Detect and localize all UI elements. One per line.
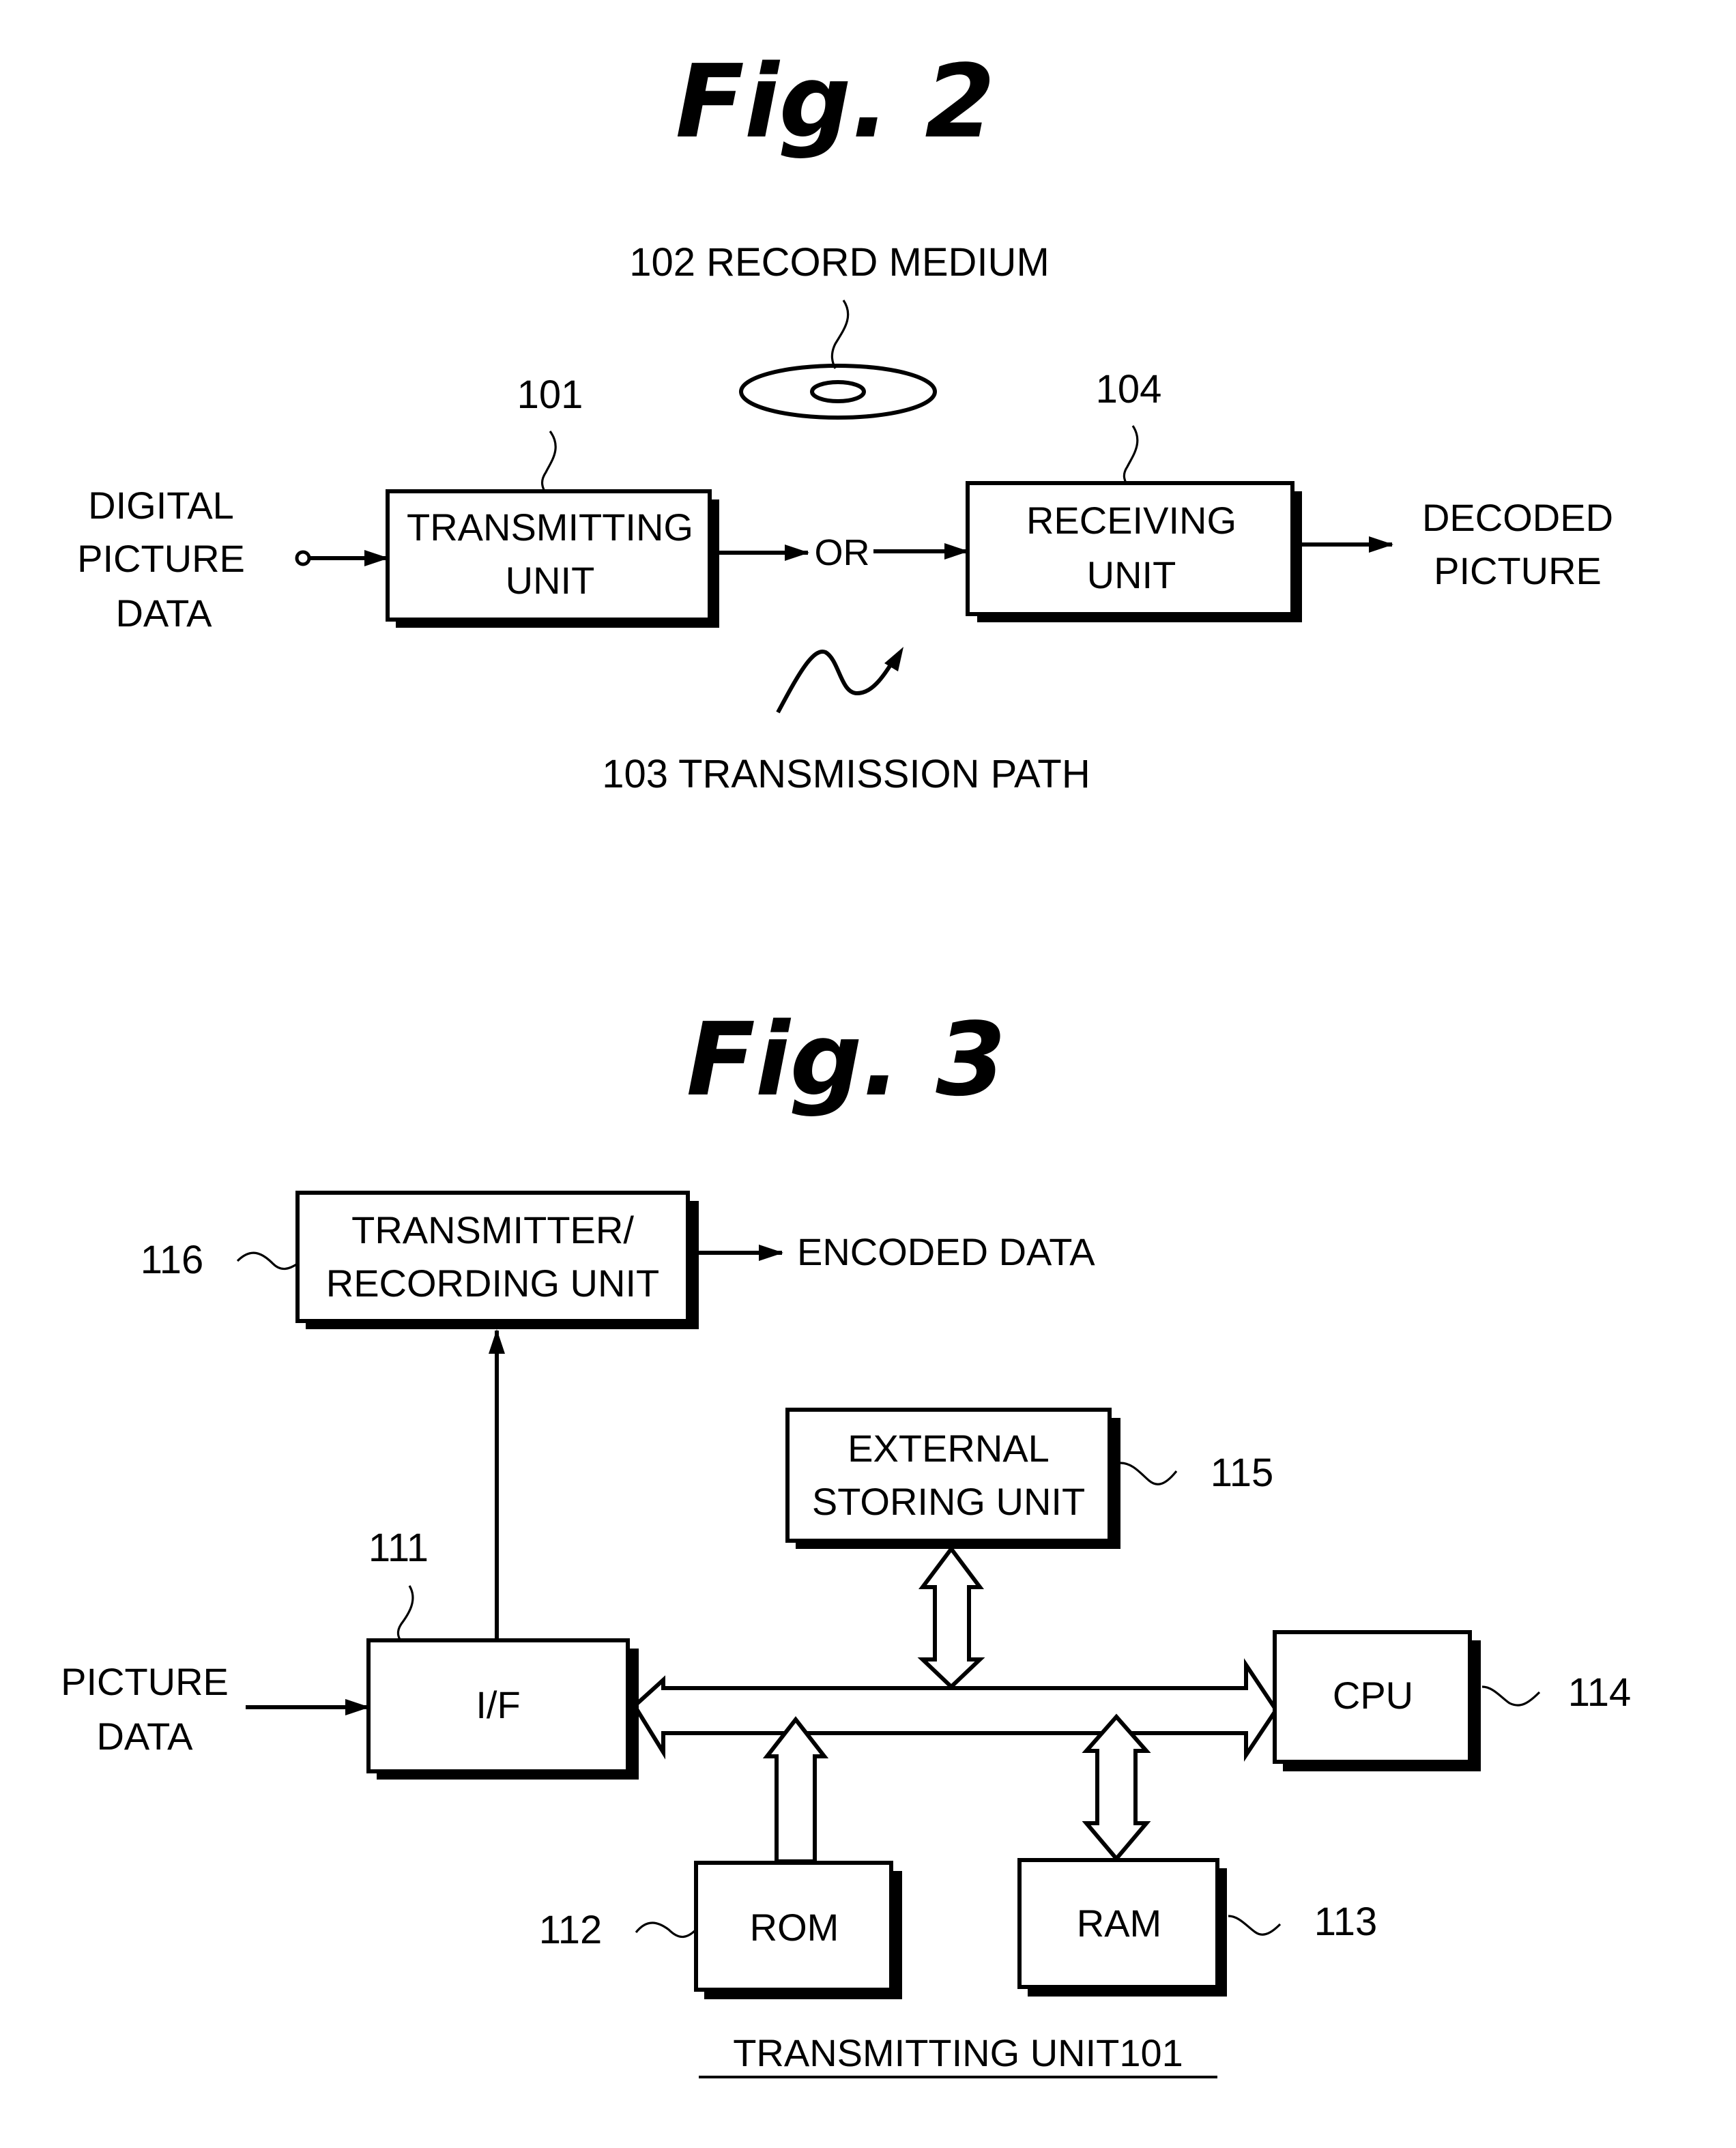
receiving-unit-leader [1123, 425, 1139, 487]
transmitting-unit-line2: UNIT [506, 559, 595, 602]
transmitter-recording-unit-leader [236, 1251, 298, 1271]
figure-3: Fig. 3 116 TRANSMITTER/ RECORDING UNIT E… [61, 1001, 1631, 2078]
rom-label: ROM [750, 1906, 839, 1949]
wave-arrow-icon [776, 647, 903, 714]
receiving-unit-ref: 104 [1096, 367, 1162, 411]
transmitting-unit-leader [540, 431, 557, 492]
transmitting-unit-ref: 101 [517, 373, 583, 417]
rom-box: ROM [694, 1861, 902, 1999]
esu-bus-double-arrow [917, 1545, 985, 1690]
encoded-data-label: ENCODED DATA [797, 1230, 1095, 1273]
interface-leader [396, 1585, 414, 1642]
cpu-ref: 114 [1568, 1670, 1631, 1715]
external-storing-unit-leader [1120, 1462, 1178, 1485]
transmitting-unit-line1: TRANSMITTING [407, 506, 693, 549]
interface-box: I/F [366, 1638, 639, 1780]
picture-data-line1: PICTURE [61, 1660, 229, 1703]
external-storing-unit-line1: EXTERNAL [848, 1427, 1050, 1470]
transmitter-recording-unit-line2: RECORDING UNIT [326, 1262, 659, 1305]
external-storing-unit-line2: STORING UNIT [812, 1480, 1085, 1523]
ram-label: RAM [1077, 1902, 1161, 1945]
ram-box: RAM [1017, 1858, 1227, 1997]
ram-bus-double-arrow [1082, 1713, 1151, 1862]
transmission-path-label: 103 TRANSMISSION PATH [602, 752, 1090, 796]
receiving-unit-line1: RECEIVING [1026, 499, 1236, 542]
disc-icon [739, 364, 937, 420]
external-storing-unit-box: EXTERNAL STORING UNIT [785, 1408, 1120, 1549]
figure-3-title: Fig. 3 [686, 1001, 1007, 1118]
transmitting-unit-box: TRANSMITTING UNIT [386, 489, 719, 628]
digital-picture-data-line3: DATA [115, 592, 212, 635]
transmitter-recording-unit-box: TRANSMITTER/ RECORDING UNIT [295, 1191, 699, 1329]
digital-picture-data-line1: DIGITAL [88, 484, 234, 527]
patent-figure-sheet: Fig. 2 102 RECORD MEDIUM DIGITAL PICTURE… [61, 43, 1631, 2078]
figure-2-title: Fig. 2 [676, 43, 996, 160]
receiving-unit-line2: UNIT [1087, 553, 1176, 596]
cpu-box: CPU [1273, 1630, 1481, 1771]
decoded-picture-line2: PICTURE [1434, 549, 1602, 592]
figure-2: Fig. 2 102 RECORD MEDIUM DIGITAL PICTURE… [77, 43, 1613, 796]
record-medium-leader [830, 300, 850, 369]
ram-ref: 113 [1314, 1900, 1377, 1944]
input-terminal-icon [295, 550, 311, 566]
receiving-unit-box: RECEIVING UNIT [966, 481, 1302, 622]
rom-ref: 112 [539, 1908, 602, 1952]
cpu-leader [1481, 1685, 1541, 1707]
figure-3-caption: TRANSMITTING UNIT101 [733, 2031, 1183, 2074]
ram-leader [1228, 1915, 1282, 1936]
digital-picture-data-line2: PICTURE [77, 537, 245, 580]
transmitter-recording-unit-line1: TRANSMITTER/ [351, 1208, 634, 1251]
record-medium-label: 102 RECORD MEDIUM [629, 240, 1050, 285]
cpu-label: CPU [1333, 1674, 1413, 1717]
rom-bus-arrow [762, 1716, 829, 1863]
interface-ref: 111 [368, 1526, 429, 1570]
rom-leader [635, 1921, 697, 1939]
decoded-picture-line1: DECODED [1422, 496, 1613, 539]
or-label: OR [815, 532, 870, 573]
interface-label: I/F [476, 1683, 520, 1726]
transmitter-recording-unit-ref: 116 [141, 1238, 203, 1282]
external-storing-unit-ref: 115 [1211, 1451, 1273, 1495]
picture-data-line2: DATA [96, 1715, 193, 1758]
